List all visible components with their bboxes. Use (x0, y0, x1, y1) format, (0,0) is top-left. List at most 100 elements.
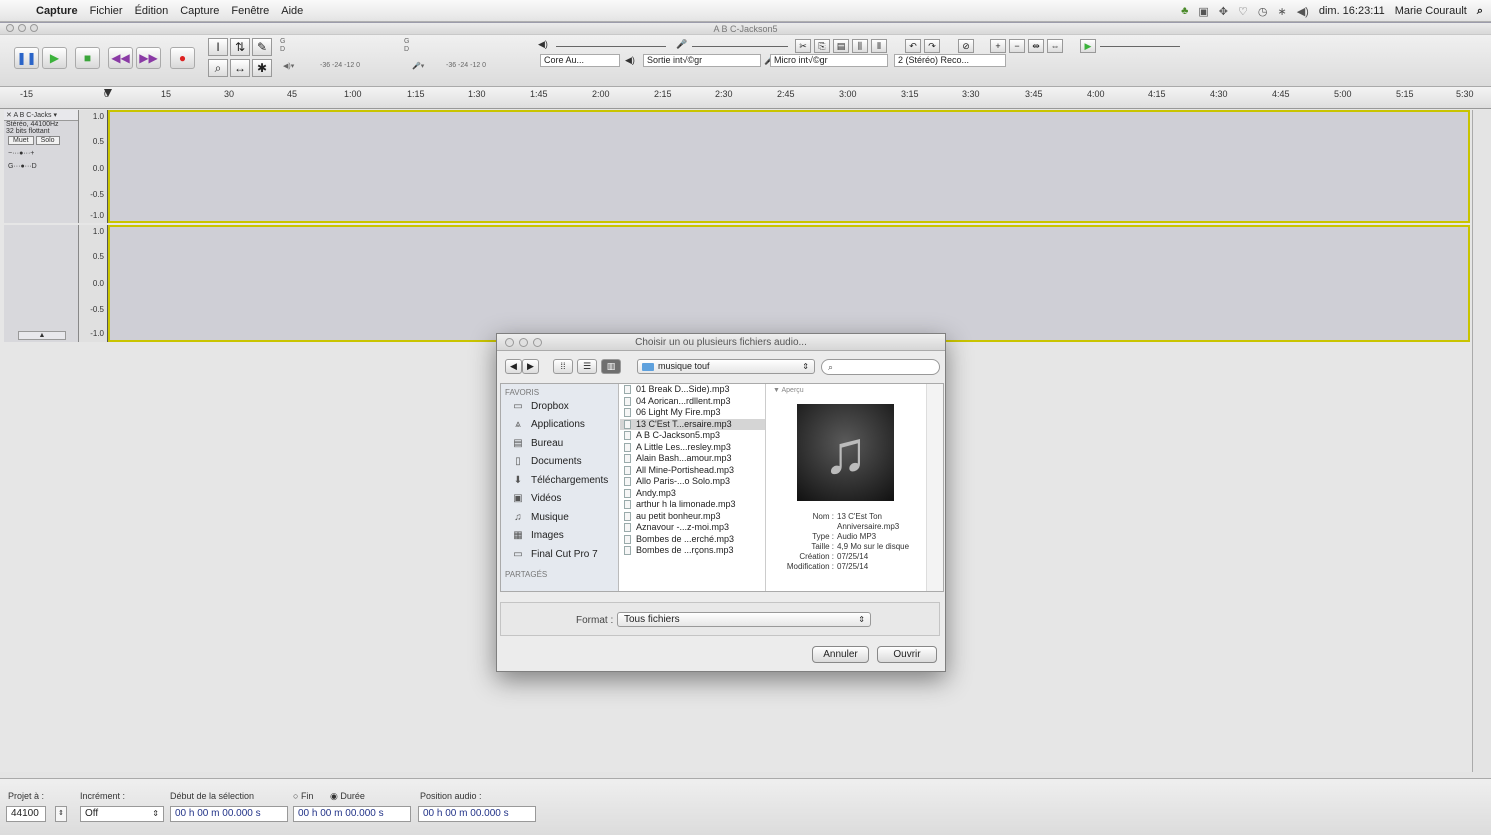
gain-slider[interactable]: −···●···+ (4, 146, 78, 161)
waveform-area[interactable] (108, 110, 1470, 223)
fit-selection-icon[interactable]: ⇹ (1028, 39, 1044, 53)
play-button[interactable]: ▶ (42, 47, 67, 69)
copy-icon[interactable]: ⎘ (814, 39, 830, 53)
playhead-marker[interactable] (104, 89, 112, 97)
fit-project-icon[interactable]: ⇔ (1047, 39, 1063, 53)
dialog-zoom-button[interactable] (533, 338, 542, 347)
pause-button[interactable]: ❚❚ (14, 47, 39, 69)
sync-lock-icon[interactable]: ⊘ (958, 39, 974, 53)
selection-start-input[interactable]: 00 h 00 m 00.000 s (170, 806, 288, 822)
audio-position-input[interactable]: 00 h 00 m 00.000 s (418, 806, 536, 822)
end-radio[interactable]: ○ Fin (293, 791, 313, 801)
menu-fichier[interactable]: Fichier (84, 5, 129, 17)
selection-length-input[interactable]: 00 h 00 m 00.000 s (293, 806, 411, 822)
play-at-speed-icon[interactable]: ▶ (1080, 39, 1096, 53)
sidebar-item-musique[interactable]: ♫ Musique (501, 508, 618, 527)
sidebar-item-telechargements[interactable]: ⬇ Téléchargements (501, 471, 618, 490)
zoom-in-icon[interactable]: + (990, 39, 1006, 53)
search-input[interactable]: ⌕ (821, 359, 940, 375)
menu-edition[interactable]: Édition (129, 5, 175, 17)
file-item-selected[interactable]: 13 C'Est T...ersaire.mp3 (620, 418, 765, 430)
format-select[interactable]: Tous fichiers ⇕ (617, 612, 871, 627)
output-volume-slider[interactable] (556, 46, 666, 47)
paste-icon[interactable]: ▤ (833, 39, 849, 53)
folder-popup[interactable]: musique touf ⇕ (637, 359, 815, 374)
open-button[interactable]: Ouvrir (877, 646, 937, 663)
menubar-clock[interactable]: dim. 16:23:11 (1319, 5, 1385, 17)
status-dropbox-icon[interactable]: ✥ (1219, 5, 1228, 18)
file-item[interactable]: Andy.mp3 (620, 488, 765, 500)
forward-button[interactable]: ▶ (522, 359, 539, 374)
timeshift-tool-icon[interactable]: ↔ (230, 59, 250, 77)
sidebar-item-applications[interactable]: ⩓ Applications (501, 416, 618, 435)
envelope-tool-icon[interactable]: ⇅ (230, 38, 250, 56)
status-heart-icon[interactable]: ♡ (1238, 5, 1248, 18)
sidebar-item-final-cut-pro[interactable]: ▭ Final Cut Pro 7 (501, 545, 618, 564)
play-speed-slider[interactable] (1100, 46, 1180, 47)
project-rate-stepper[interactable]: ⇕ (55, 806, 67, 822)
file-item[interactable]: All Mine-Portishead.mp3 (620, 465, 765, 477)
menu-aide[interactable]: Aide (275, 5, 309, 17)
record-button[interactable]: ● (170, 47, 195, 69)
selection-tool-icon[interactable]: I (208, 38, 228, 56)
undo-icon[interactable]: ↶ (905, 39, 921, 53)
silence-icon[interactable]: ⫴ (871, 39, 887, 53)
app-menu[interactable]: Capture (30, 5, 84, 17)
menu-fenetre[interactable]: Fenêtre (225, 5, 275, 17)
pan-slider[interactable]: G···●···D (4, 161, 78, 172)
cut-icon[interactable]: ✂ (795, 39, 811, 53)
input-volume-slider[interactable] (692, 46, 788, 47)
cancel-button[interactable]: Annuler (812, 646, 869, 663)
host-select[interactable]: Core Au... (540, 54, 620, 67)
snap-select[interactable]: Off ⇕ (80, 806, 164, 822)
file-item[interactable]: A Little Les...resley.mp3 (620, 442, 765, 454)
input-device-select[interactable]: Micro int√©gr (770, 54, 888, 67)
dialog-close-button[interactable] (505, 338, 514, 347)
redo-icon[interactable]: ↷ (924, 39, 940, 53)
zoom-out-icon[interactable]: − (1009, 39, 1025, 53)
file-item[interactable]: Aznavour -...z-moi.mp3 (620, 522, 765, 534)
file-item[interactable]: Bombes de ...rçons.mp3 (620, 545, 765, 557)
preview-header[interactable]: ▼ Aperçu (767, 384, 925, 397)
sidebar-item-dropbox[interactable]: ▭ Dropbox (501, 397, 618, 416)
vertical-scrollbar[interactable] (1472, 110, 1491, 772)
solo-button[interactable]: Solo (35, 136, 60, 145)
speaker-meter-icon[interactable]: ◀)▾ (283, 62, 294, 76)
list-view-button[interactable]: ☰ (577, 359, 597, 374)
trim-icon[interactable]: ⫼ (852, 39, 868, 53)
collapse-track-button[interactable]: ▲ (18, 331, 66, 340)
file-item[interactable]: Bombes de ...erché.mp3 (620, 534, 765, 546)
output-device-select[interactable]: Sortie int√©gr (643, 54, 761, 67)
menubar-user[interactable]: Marie Courault (1395, 5, 1467, 17)
spotlight-icon[interactable]: ⌕ (1477, 5, 1483, 18)
menu-capture[interactable]: Capture (174, 5, 225, 17)
draw-tool-icon[interactable]: ✎ (252, 38, 272, 56)
skip-end-button[interactable]: ▶▶ (136, 47, 161, 69)
column-scrollbar[interactable] (926, 384, 943, 591)
mute-button[interactable]: Muet (8, 136, 34, 145)
file-item[interactable]: Alain Bash...amour.mp3 (620, 453, 765, 465)
track-name-menu[interactable]: ✕ A B C-Jacks ▾ (4, 110, 78, 121)
file-item[interactable]: A B C-Jackson5.mp3 (620, 430, 765, 442)
channels-select[interactable]: 2 (Stéréo) Reco... (894, 54, 1006, 67)
length-radio[interactable]: ◉ Durée (330, 791, 365, 802)
sidebar-item-documents[interactable]: ▯ Documents (501, 453, 618, 472)
multi-tool-icon[interactable]: ✱ (252, 59, 272, 77)
icon-view-button[interactable]: ⁞⁞ (553, 359, 573, 374)
zoom-tool-icon[interactable]: ⌕ (208, 59, 228, 77)
project-rate-input[interactable]: 44100 (6, 806, 46, 822)
file-item[interactable]: 06 Light My Fire.mp3 (620, 407, 765, 419)
waveform-area[interactable] (108, 225, 1470, 342)
status-clock-icon[interactable]: ◷ (1258, 5, 1268, 18)
file-item[interactable]: 01 Break D...Side).mp3 (620, 384, 765, 396)
column-view-button[interactable]: ▥ (601, 359, 621, 374)
dialog-minimize-button[interactable] (519, 338, 528, 347)
file-item[interactable]: au petit bonheur.mp3 (620, 511, 765, 523)
file-item[interactable]: arthur h la limonade.mp3 (620, 499, 765, 511)
bluetooth-icon[interactable]: ∗ (1278, 5, 1287, 18)
skip-start-button[interactable]: ◀◀ (108, 47, 133, 69)
timeline-ruler[interactable]: -15 0 15 30 45 1:00 1:15 1:30 1:45 2:00 … (0, 87, 1491, 109)
status-doc-icon[interactable]: ▣ (1198, 5, 1208, 18)
sidebar-item-images[interactable]: ▦ Images (501, 527, 618, 546)
mic-meter-icon[interactable]: 🎤▾ (412, 62, 424, 76)
